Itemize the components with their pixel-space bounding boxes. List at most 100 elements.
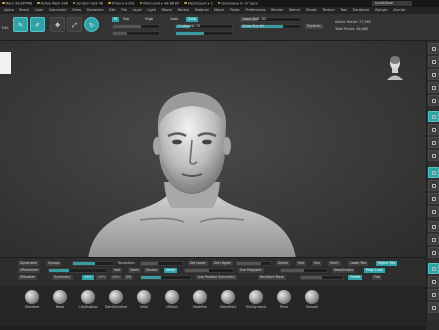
- zoom-view-button[interactable]: [428, 193, 439, 204]
- menu-tool[interactable]: Tool: [340, 8, 347, 12]
- zremesher-button[interactable]: ZRemesher: [18, 267, 41, 273]
- menu-texture[interactable]: Texture: [322, 8, 334, 12]
- menu-stencil[interactable]: Stencil: [289, 8, 300, 12]
- menu-layer[interactable]: Layer: [132, 8, 141, 12]
- menu-light[interactable]: Light: [148, 8, 156, 12]
- brush-trimdynamic[interactable]: TrimDynamic: [244, 290, 268, 309]
- brush-damstandard[interactable]: DamStandard: [104, 290, 128, 309]
- zadd-toggle[interactable]: Zadd: [168, 17, 180, 22]
- brush-hpolish[interactable]: hPolish: [160, 290, 184, 309]
- use-posable-symmetry-toggle[interactable]: Use Posable Symmetry: [196, 274, 237, 280]
- menu-marker[interactable]: Marker: [177, 8, 189, 12]
- brush-selectrect[interactable]: SelectRect: [216, 290, 240, 309]
- symmetry-y-toggle[interactable]: >Y<: [96, 274, 108, 280]
- spix-button[interactable]: [428, 56, 439, 67]
- move-mode-button[interactable]: ✥: [50, 17, 65, 32]
- suv-toggle[interactable]: Suv: [312, 260, 322, 266]
- polyf-button[interactable]: [428, 221, 439, 232]
- backtrans-slider[interactable]: [300, 274, 344, 280]
- use-polypaint-toggle[interactable]: Use Polypaint: [238, 267, 264, 273]
- menu-draw[interactable]: Draw: [72, 8, 81, 12]
- draw-size-slider[interactable]: [175, 31, 233, 36]
- menu-document[interactable]: Document: [49, 8, 67, 12]
- mrgb-label[interactable]: Mrgb: [143, 17, 155, 22]
- rgb-label[interactable]: Rgb: [121, 17, 131, 22]
- menu-file[interactable]: File: [121, 8, 127, 12]
- navigation-thumbnail[interactable]: [387, 55, 403, 80]
- brush-claybuildup[interactable]: ClayBuildup: [76, 290, 100, 309]
- adaptive-size-slider[interactable]: [184, 267, 234, 273]
- menu-material[interactable]: Material: [195, 8, 209, 12]
- dynamic-button[interactable]: Dynamic: [305, 24, 324, 29]
- del-higher-button[interactable]: Del Higher: [212, 260, 233, 266]
- frame-button[interactable]: [428, 167, 439, 178]
- local-button[interactable]: [428, 137, 439, 148]
- bpr-button[interactable]: [428, 43, 439, 54]
- draw-size-readout[interactable]: Draw Size 64: [240, 24, 302, 29]
- brush-inflat[interactable]: Inflat: [132, 290, 156, 309]
- curves-strength-slider[interactable]: [280, 267, 328, 273]
- brush-smooth[interactable]: Smooth: [300, 290, 324, 309]
- xpose-button[interactable]: [428, 276, 439, 287]
- xyz-button[interactable]: [428, 150, 439, 161]
- menu-edit[interactable]: Edit: [109, 8, 116, 12]
- menu-macro[interactable]: Macro: [162, 8, 172, 12]
- symmetry-z-toggle[interactable]: >Z<: [110, 274, 122, 280]
- brush-move[interactable]: Move: [48, 290, 72, 309]
- persp-button[interactable]: [428, 111, 439, 122]
- radial-count-slider[interactable]: [140, 274, 192, 280]
- edge-loop-button[interactable]: Edge Loop: [364, 267, 385, 273]
- brush-maskpen[interactable]: MaskPen: [188, 290, 212, 309]
- symmetry-x-toggle[interactable]: >X<: [82, 274, 94, 280]
- edit-mode-button[interactable]: ✎: [13, 17, 28, 32]
- rotate-view-button[interactable]: [428, 206, 439, 217]
- target-polygons-slider[interactable]: [48, 267, 108, 273]
- menu-color[interactable]: Color: [35, 8, 44, 12]
- menu-zplugin[interactable]: Zplugin: [375, 8, 388, 12]
- floor-button[interactable]: [428, 124, 439, 135]
- menu-dynamics[interactable]: Dynamics: [87, 8, 104, 12]
- smt-toggle[interactable]: Smt: [296, 260, 307, 266]
- zsub-toggle[interactable]: Zsub: [186, 17, 198, 22]
- menu-brush[interactable]: Brush: [19, 8, 29, 12]
- menu-stroke[interactable]: Stroke: [306, 8, 317, 12]
- menu-movie[interactable]: Movie: [214, 8, 224, 12]
- groups-button[interactable]: Groups: [46, 260, 62, 266]
- subprojection-slider[interactable]: [140, 260, 184, 266]
- zoom-button[interactable]: [428, 82, 439, 93]
- brush-standard[interactable]: Standard: [20, 290, 44, 309]
- resolution-slider[interactable]: [72, 260, 114, 266]
- actual-button[interactable]: [428, 95, 439, 106]
- adapt-toggle[interactable]: Adapt: [164, 267, 178, 273]
- dynamesh-button[interactable]: Dynamesh: [18, 260, 40, 266]
- backface-mask-toggle[interactable]: Backface Mask: [258, 274, 286, 280]
- menu-picker[interactable]: Picker: [230, 8, 240, 12]
- quicksave-button[interactable]: QuickSave: [372, 1, 412, 6]
- scroll-button[interactable]: [428, 69, 439, 80]
- rotate-mode-button[interactable]: ↻: [84, 17, 99, 32]
- keep-groups-toggle[interactable]: KeepGroups: [332, 267, 356, 273]
- rgb-intensity-slider[interactable]: [112, 24, 160, 29]
- focal-shift-slider[interactable]: [112, 31, 160, 36]
- same-button[interactable]: Same: [128, 267, 142, 273]
- mrgb-toggle[interactable]: M: [112, 17, 119, 22]
- brush-pinch[interactable]: Pinch: [272, 290, 296, 309]
- symmetry-button[interactable]: Symmetry: [52, 274, 73, 280]
- viewport-canvas[interactable]: [0, 41, 426, 260]
- del-lower-button[interactable]: Del Lower: [188, 260, 208, 266]
- lsym-button[interactable]: [428, 302, 439, 313]
- menu-zscript[interactable]: Zscript: [393, 8, 405, 12]
- z-intensity-slider[interactable]: Z Intensity 25: [175, 24, 233, 29]
- divide-button[interactable]: Divide: [276, 260, 291, 266]
- double-button[interactable]: Double: [144, 267, 160, 273]
- sdiv-slider[interactable]: [236, 260, 272, 266]
- frame-toggle[interactable]: Frame: [348, 274, 362, 280]
- menu-preferences[interactable]: Preferences: [246, 8, 266, 12]
- reuv-toggle[interactable]: ReUV: [328, 260, 341, 266]
- menu-alpha[interactable]: Alpha: [4, 8, 14, 12]
- focal-shift-readout[interactable]: Focal Shift -84: [240, 17, 302, 22]
- transp-button[interactable]: [428, 234, 439, 245]
- ghost-button[interactable]: [428, 247, 439, 258]
- menu-transform[interactable]: Transform: [352, 8, 369, 12]
- symmetry-m-toggle[interactable]: (M): [124, 274, 134, 280]
